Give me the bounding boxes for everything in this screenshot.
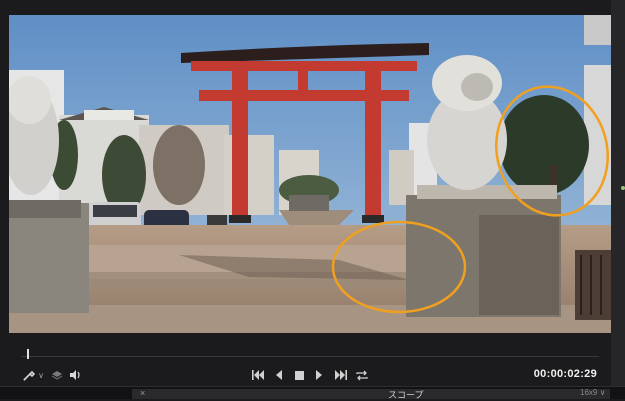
transport-controls: ∨ 00:00:02:29 (9, 364, 611, 386)
timecode-display: 00:00:02:29 (533, 368, 597, 380)
close-icon[interactable]: × (140, 388, 145, 398)
playhead[interactable] (26, 349, 29, 359)
stop-icon[interactable] (291, 367, 307, 383)
eyedropper-icon[interactable]: ∨ (21, 367, 45, 383)
bottom-panel-bar: × スコープ 16x9 ∨ (0, 386, 625, 400)
video-viewer[interactable] (9, 15, 611, 333)
aspect-ratio-dropdown[interactable]: 16x9 ∨ (580, 388, 605, 397)
volume-icon[interactable] (67, 367, 83, 383)
scrubber-track[interactable] (21, 356, 599, 357)
panel-indicator-dot (621, 186, 625, 190)
skip-to-start-icon[interactable] (249, 367, 267, 383)
step-back-icon[interactable] (271, 367, 287, 383)
play-icon[interactable] (311, 367, 327, 383)
scope-panel-title: スコープ (388, 390, 424, 400)
skip-to-end-icon[interactable] (331, 367, 349, 383)
layers-icon[interactable] (49, 367, 65, 383)
video-frame (9, 15, 611, 333)
loop-icon[interactable] (353, 367, 371, 383)
right-side-panel (611, 0, 625, 398)
